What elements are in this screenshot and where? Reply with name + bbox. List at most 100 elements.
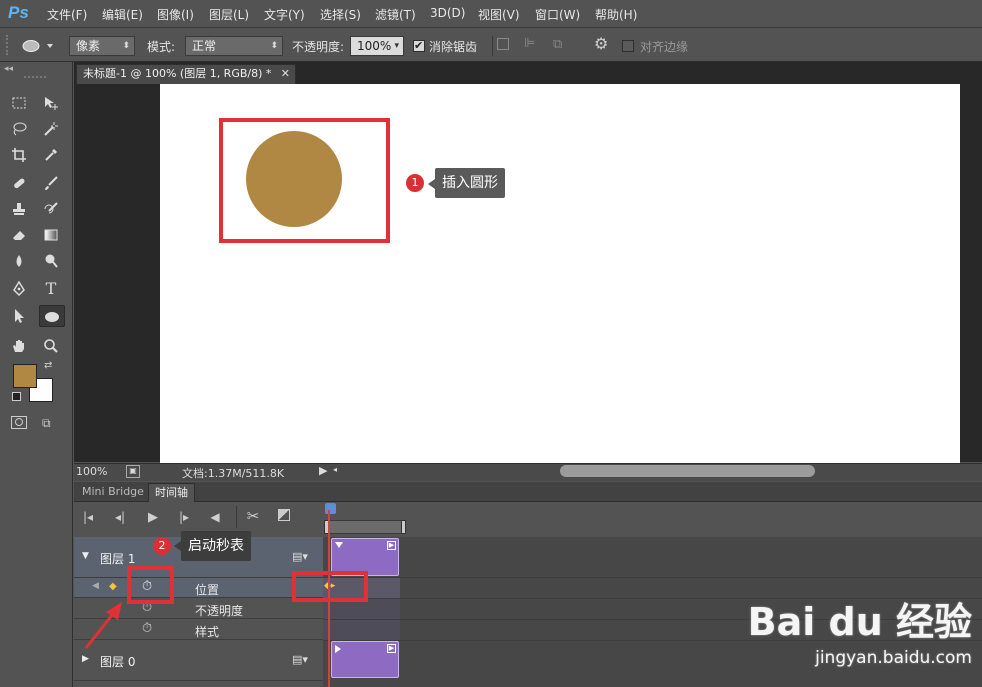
property-row-position[interactable]: ◀ ◆ ⏱ 位置 [74, 578, 324, 598]
marquee-tool[interactable] [8, 92, 30, 114]
type-tool[interactable]: T [40, 278, 62, 300]
gradient-tool[interactable] [40, 224, 62, 246]
menu-filter[interactable]: 滤镜(T) [375, 6, 416, 23]
menu-image[interactable]: 图像(I) [157, 6, 194, 23]
brush-tool[interactable] [40, 172, 62, 194]
zoom-tool[interactable] [40, 335, 62, 357]
toolbar-grip [24, 76, 46, 78]
keyframe-icon[interactable]: ◆ [109, 581, 117, 592]
tool-preset-picker[interactable] [20, 36, 56, 56]
hand-icon [13, 340, 24, 352]
transition-icon[interactable] [278, 509, 290, 521]
status-info-icon[interactable]: ▣ [126, 465, 140, 478]
status-menu-arrow-icon[interactable]: ▶ [319, 464, 327, 477]
mode-label: 模式: [147, 40, 176, 54]
work-area-end-handle[interactable] [401, 520, 406, 534]
move-tool[interactable] [40, 92, 62, 114]
expand-right-icon[interactable]: ▶ [82, 654, 89, 664]
collapse-panel-icon[interactable]: ◂◂ [4, 64, 13, 74]
brush-icon [45, 176, 58, 190]
blend-mode-dropdown[interactable]: 正常 ⬍ [185, 36, 283, 56]
ellipse-tool[interactable] [39, 305, 65, 327]
property-position-label: 位置 [195, 583, 220, 597]
opacity-field[interactable]: 100% ▾ [350, 36, 404, 56]
clip-start-marker-icon [335, 542, 343, 548]
screen-mode-icon[interactable]: ⧉ [42, 416, 62, 430]
play-icon[interactable]: ▶ [145, 510, 161, 525]
shape-mode-dropdown[interactable]: 像素 ⬍ [69, 36, 135, 56]
photoshop-logo: Ps [8, 3, 29, 22]
divider [236, 506, 237, 528]
healing-brush-tool[interactable] [8, 172, 30, 194]
history-brush-tool[interactable] [40, 198, 62, 220]
move-icon [45, 97, 58, 110]
foreground-color-swatch[interactable] [13, 364, 37, 388]
path-operations-icon[interactable] [497, 38, 509, 50]
zoom-readout[interactable]: 100% [76, 465, 107, 478]
scroll-left-icon[interactable]: ◂ [333, 465, 337, 474]
style-track-cell [323, 620, 400, 640]
align-edges-checkbox[interactable] [622, 40, 634, 52]
horizontal-scrollbar[interactable] [560, 465, 815, 477]
divider [492, 36, 493, 56]
history-brush-icon [44, 202, 58, 214]
quick-mask-icon[interactable] [11, 416, 27, 429]
scissors-icon[interactable]: ✂ [245, 507, 261, 525]
lasso-tool[interactable] [8, 118, 30, 140]
clone-stamp-tool[interactable] [8, 198, 30, 220]
layer-0-clip[interactable]: ▶ [331, 641, 399, 678]
menu-select[interactable]: 选择(S) [320, 6, 361, 23]
document-tab[interactable]: 未标题-1 @ 100% (图层 1, RGB/8) * ✕ [76, 64, 296, 84]
step-1-label: 插入圆形 [435, 168, 505, 198]
type-icon: T [45, 279, 57, 298]
playhead-handle[interactable] [325, 503, 336, 514]
document-tab-title: 未标题-1 @ 100% (图层 1, RGB/8) * [83, 67, 272, 80]
expand-down-icon[interactable]: ▼ [82, 551, 89, 561]
hand-tool[interactable] [8, 335, 30, 357]
antialias-checkbox[interactable] [413, 39, 425, 52]
ellipse-preset-icon [22, 40, 53, 52]
blur-tool[interactable] [8, 250, 30, 272]
menu-view[interactable]: 视图(V) [478, 6, 520, 23]
menu-help[interactable]: 帮助(H) [595, 6, 637, 23]
close-tab-icon[interactable]: ✕ [281, 65, 290, 83]
menu-type[interactable]: 文字(Y) [264, 6, 305, 23]
path-arrangement-icon[interactable]: ⧉ [553, 36, 571, 54]
stopwatch-icon[interactable]: ⏱ [142, 621, 152, 636]
swap-colors-icon[interactable]: ⇄ [44, 360, 52, 371]
previous-keyframe-icon[interactable]: ◀ [92, 581, 99, 591]
filmstrip-menu-icon[interactable]: ▤▾ [292, 653, 308, 666]
eraser-icon [13, 231, 25, 240]
path-alignment-icon[interactable]: ⊫ [524, 37, 538, 51]
magic-wand-tool[interactable] [40, 118, 62, 140]
eraser-tool[interactable] [8, 224, 30, 246]
go-to-first-frame-icon[interactable]: |◂ [80, 510, 96, 524]
dodge-tool[interactable] [40, 250, 62, 272]
eyedropper-tool[interactable] [40, 144, 62, 166]
pen-tool[interactable] [8, 278, 30, 300]
bandage-icon [14, 178, 25, 189]
ellipse-icon [45, 312, 59, 322]
dropdown-arrow-icon: ▾ [394, 41, 399, 51]
menu-layer[interactable]: 图层(L) [209, 6, 249, 23]
path-selection-tool[interactable] [8, 305, 30, 327]
gear-icon[interactable]: ⚙ [594, 35, 612, 53]
menu-edit[interactable]: 编辑(E) [102, 6, 143, 23]
magic-wand-icon [44, 122, 58, 136]
crop-tool[interactable] [8, 144, 30, 166]
menu-3d[interactable]: 3D(D) [430, 6, 465, 20]
tab-mini-bridge[interactable]: Mini Bridge [76, 483, 150, 502]
highlight-box-keyframe [292, 571, 368, 602]
baidu-jingyan-watermark: Bai du 经验 jingyan.baidu.com [742, 591, 972, 671]
menu-file[interactable]: 文件(F) [47, 6, 87, 23]
next-frame-icon[interactable]: |▸ [176, 510, 192, 524]
menu-bar: Ps 文件(F) 编辑(E) 图像(I) 图层(L) 文字(Y) 选择(S) 滤… [0, 0, 982, 28]
audio-icon[interactable]: ◀ [207, 510, 223, 524]
previous-frame-icon[interactable]: ◂| [112, 510, 128, 524]
work-area-bar[interactable] [329, 520, 405, 534]
menu-window[interactable]: 窗口(W) [535, 6, 580, 23]
tools-panel: ◂◂ T ⇄ ⧉ [0, 62, 73, 687]
tab-timeline[interactable]: 时间轴 [148, 483, 195, 502]
filmstrip-menu-icon[interactable]: ▤▾ [292, 550, 308, 563]
default-colors-icon[interactable] [12, 392, 21, 401]
